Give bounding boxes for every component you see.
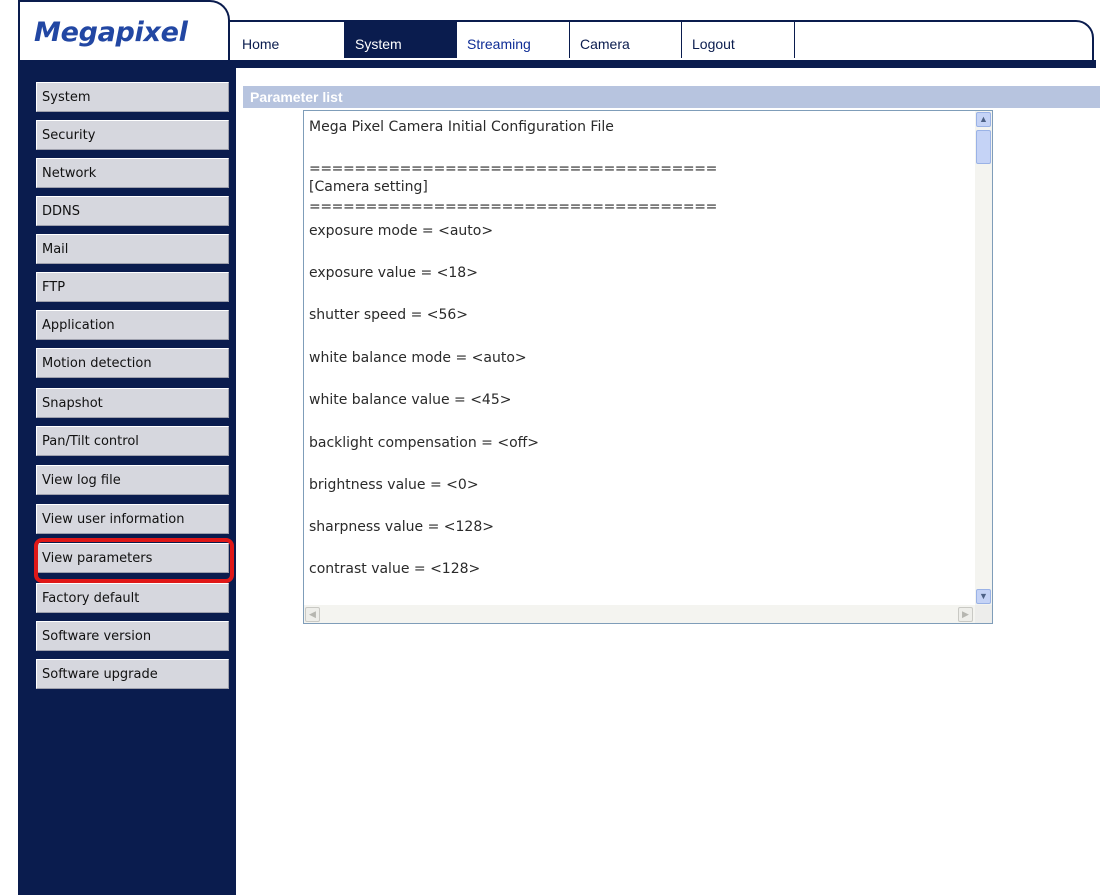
param-line: Mega Pixel Camera Initial Configuration …: [309, 119, 614, 135]
section-title: Parameter list: [250, 89, 343, 105]
sidebar-item-ftp[interactable]: FTP: [36, 272, 229, 302]
param-line: white balance mode = <auto>: [309, 350, 527, 366]
sidebar-item-system[interactable]: System: [36, 82, 229, 112]
tab-logout[interactable]: Logout: [682, 22, 795, 58]
param-line: ====================================: [309, 199, 717, 215]
param-line: shutter speed = <56>: [309, 307, 469, 323]
sidebar-item-pan-tilt-control[interactable]: Pan/Tilt control: [36, 426, 229, 456]
param-line: sharpness value = <128>: [309, 519, 494, 535]
scroll-thumb[interactable]: [976, 130, 991, 164]
sidebar-item-motion-detection[interactable]: Motion detection: [36, 348, 229, 378]
param-line: exposure value = <18>: [309, 265, 478, 281]
tab-streaming[interactable]: Streaming: [457, 22, 570, 58]
param-line: contrast value = <128>: [309, 561, 481, 577]
sidebar-item-software-upgrade[interactable]: Software upgrade: [36, 659, 229, 689]
scroll-corner: [975, 605, 992, 623]
sidebar-item-security[interactable]: Security: [36, 120, 229, 150]
sidebar-item-snapshot[interactable]: Snapshot: [36, 388, 229, 418]
sidebar-item-application[interactable]: Application: [36, 310, 229, 340]
param-line: exposure mode = <auto>: [309, 223, 494, 239]
top-nav: Home System Streaming Camera Logout: [232, 22, 1090, 60]
parameter-textarea[interactable]: Mega Pixel Camera Initial Configuration …: [303, 110, 993, 624]
sidebar-item-view-user-information[interactable]: View user information: [36, 504, 229, 534]
param-line: brightness value = <0>: [309, 477, 479, 493]
param-line: backlight compensation = <off>: [309, 435, 540, 451]
chevron-up-icon[interactable]: ▲: [976, 112, 991, 127]
section-header: [243, 86, 1100, 108]
sidebar-item-view-parameters[interactable]: View parameters: [36, 543, 229, 573]
chevron-right-icon[interactable]: ▶: [958, 607, 973, 622]
sidebar-item-ddns[interactable]: DDNS: [36, 196, 229, 226]
chevron-down-icon[interactable]: ▼: [976, 589, 991, 604]
nav-filler: [795, 22, 1090, 60]
sidebar-item-mail[interactable]: Mail: [36, 234, 229, 264]
sidebar-item-software-version[interactable]: Software version: [36, 621, 229, 651]
tab-system[interactable]: System: [345, 22, 457, 58]
sidebar-item-factory-default[interactable]: Factory default: [36, 583, 229, 613]
sidebar-item-network[interactable]: Network: [36, 158, 229, 188]
chevron-left-icon[interactable]: ◀: [305, 607, 320, 622]
param-line: white balance value = <45>: [309, 392, 512, 408]
param-line: [Camera setting]: [309, 179, 428, 195]
tab-home[interactable]: Home: [232, 22, 345, 58]
parameter-text: Mega Pixel Camera Initial Configuration …: [309, 119, 969, 577]
vertical-scrollbar[interactable]: ▲ ▼: [975, 111, 992, 605]
horizontal-scrollbar[interactable]: ◀ ▶: [304, 605, 975, 623]
param-line: ====================================: [309, 161, 717, 177]
tab-camera[interactable]: Camera: [570, 22, 682, 58]
brand-logo: Megapixel: [34, 17, 188, 48]
sidebar-item-view-log-file[interactable]: View log file: [36, 465, 229, 495]
